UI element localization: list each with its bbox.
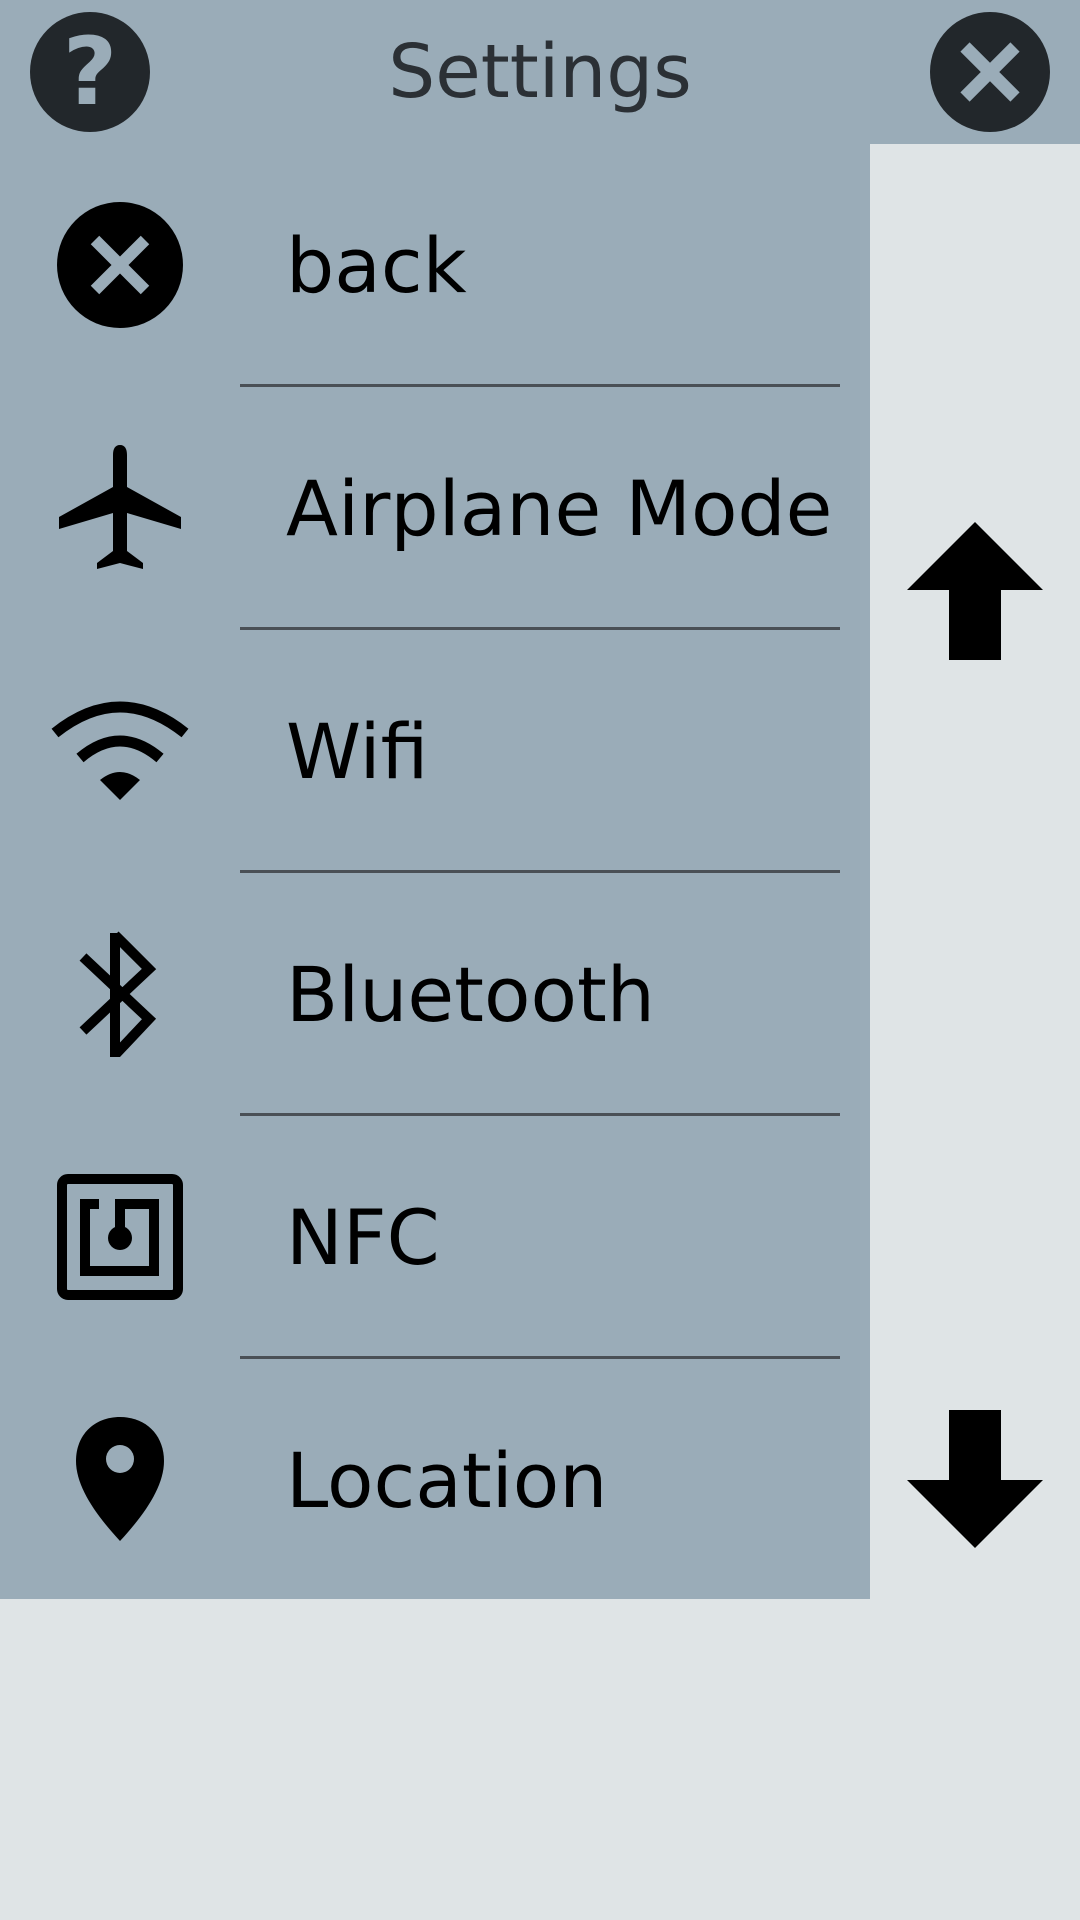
page-title: Settings <box>388 29 692 115</box>
settings-menu: back Airplane Mode Wifi Bluetooth NFC Lo… <box>0 144 870 1599</box>
menu-item-label: Airplane Mode <box>286 464 833 553</box>
help-icon: ? <box>62 18 118 127</box>
menu-item-wifi[interactable]: Wifi <box>0 630 870 873</box>
menu-item-location[interactable]: Location <box>0 1359 870 1602</box>
close-button[interactable] <box>930 12 1050 132</box>
bluetooth-icon <box>40 929 200 1059</box>
wifi-icon <box>40 686 200 816</box>
arrow-up-icon <box>907 522 1043 660</box>
header-bar: ? Settings <box>0 0 1080 144</box>
help-button[interactable]: ? <box>30 12 150 132</box>
arrow-down-icon <box>907 1410 1043 1548</box>
airplane-icon <box>40 443 200 573</box>
menu-item-back[interactable]: back <box>0 144 870 387</box>
scroll-up-button[interactable] <box>900 515 1050 665</box>
menu-item-nfc[interactable]: NFC <box>0 1116 870 1359</box>
nfc-icon <box>40 1172 200 1302</box>
menu-item-label: Wifi <box>286 707 429 796</box>
menu-item-label: Location <box>286 1436 608 1525</box>
menu-item-airplane-mode[interactable]: Airplane Mode <box>0 387 870 630</box>
menu-item-label: NFC <box>286 1193 440 1282</box>
menu-item-label: Bluetooth <box>286 950 655 1039</box>
menu-item-bluetooth[interactable]: Bluetooth <box>0 873 870 1116</box>
close-icon <box>960 42 1020 102</box>
scroll-down-button[interactable] <box>900 1405 1050 1555</box>
close-circle-icon <box>40 200 200 330</box>
menu-item-label: back <box>286 221 467 310</box>
location-pin-icon <box>40 1415 200 1545</box>
